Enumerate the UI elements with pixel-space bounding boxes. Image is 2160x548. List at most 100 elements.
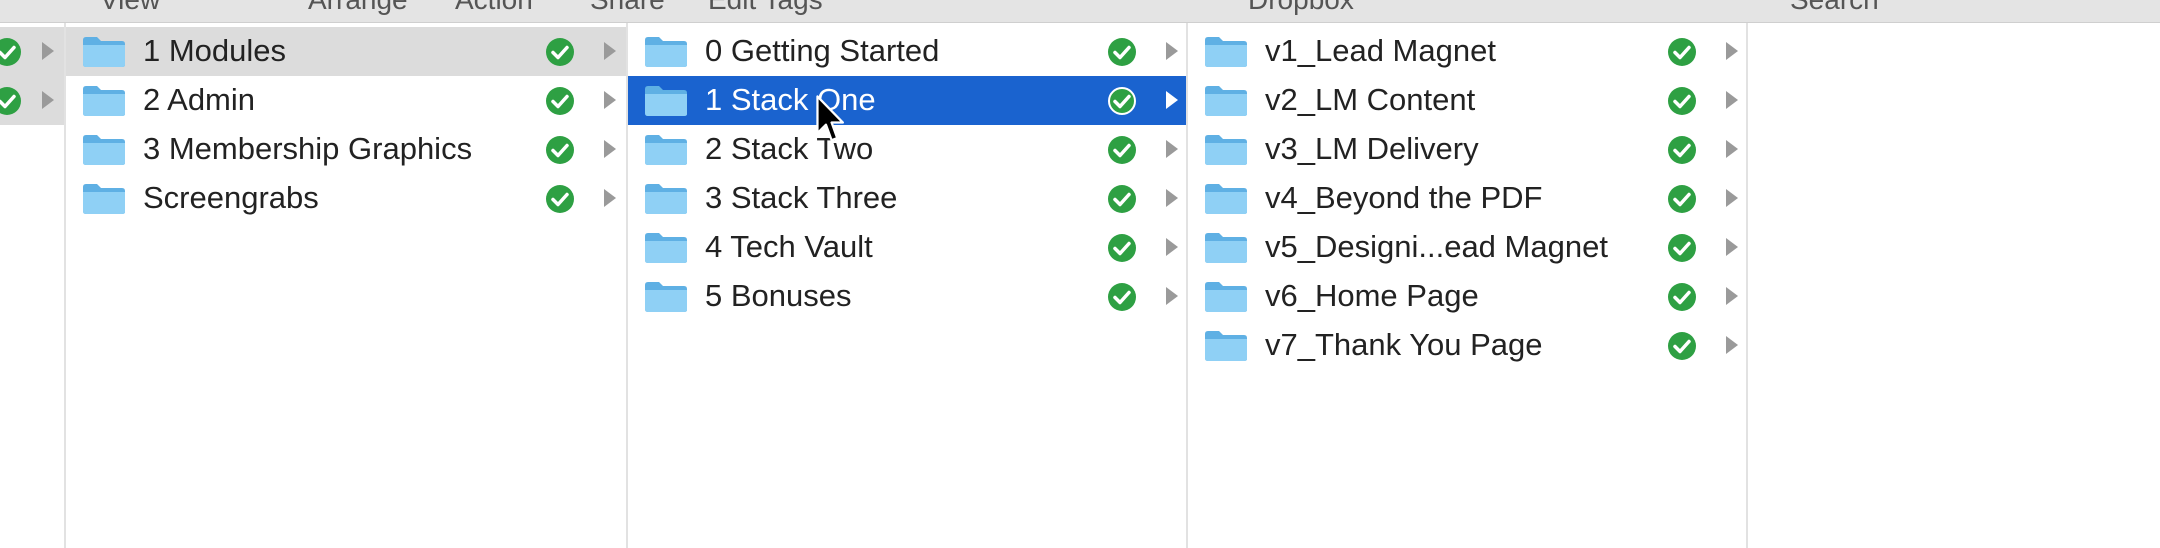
toolbar-dropbox[interactable]: Dropbox [1248,0,1354,16]
mouse-pointer-icon [816,95,845,142]
disclosure-arrow-icon [42,91,54,109]
toolbar-edit-tags[interactable]: Edit Tags [708,0,823,16]
folder-name: 4 Tech Vault [705,229,873,264]
sync-check-icon [546,185,574,213]
sync-check-icon [1668,136,1696,164]
list-item[interactable]: 2 Admin [66,76,626,125]
folder-icon [83,86,125,116]
disclosure-arrow-icon[interactable] [1166,238,1178,256]
sync-check-icon [0,87,21,115]
folder-icon [83,37,125,67]
sync-check-icon [1668,185,1696,213]
column-3[interactable]: v1_Lead Magnet v2_LM Content v3_LM Deliver… [1188,23,1748,548]
sync-check-icon [546,38,574,66]
disclosure-arrow-icon[interactable] [1166,42,1178,60]
folder-icon [1205,86,1247,116]
list-item[interactable]: 3 Stack Three [628,174,1186,223]
disclosure-arrow-icon[interactable] [1726,287,1738,305]
disclosure-arrow-icon[interactable] [604,189,616,207]
column-parent[interactable] [0,23,66,548]
disclosure-arrow-icon[interactable] [1166,140,1178,158]
sync-check-icon [0,38,21,66]
sync-check-icon [546,87,574,115]
folder-name: 3 Membership Graphics [143,131,473,166]
sync-check-icon [1108,87,1136,115]
list-item[interactable]: v4_Beyond the PDF [1188,174,1746,223]
folder-name: v7_Thank You Page [1265,327,1543,362]
column-2[interactable]: 0 Getting Started 1 Stack One 2 Stack Two 3… [628,23,1188,548]
folder-icon [645,37,687,67]
disclosure-arrow-icon[interactable] [1726,91,1738,109]
folder-name: 3 Stack Three [705,180,898,215]
list-item[interactable]: 3 Membership Graphics [66,125,626,174]
disclosure-arrow-icon[interactable] [1166,287,1178,305]
toolbar-action[interactable]: Action [455,0,533,16]
disclosure-arrow-icon[interactable] [604,91,616,109]
sync-check-icon [546,136,574,164]
folder-icon [645,233,687,263]
disclosure-arrow-icon[interactable] [1726,140,1738,158]
folder-name: v6_Home Page [1265,278,1479,313]
list-item[interactable]: v6_Home Page [1188,272,1746,321]
folder-icon [645,184,687,214]
folder-name: v5_Designi...ead Magnet [1265,229,1608,264]
list-item[interactable]: 1 Stack One [628,76,1186,125]
sync-check-icon [1668,234,1696,262]
folder-icon [1205,233,1247,263]
toolbar-search[interactable]: Search [1790,0,1879,16]
sync-check-icon [1108,283,1136,311]
toolbar-view[interactable]: View [100,0,160,16]
disclosure-arrow-icon [42,42,54,60]
disclosure-arrow-icon[interactable] [1726,238,1738,256]
sync-check-icon [1108,234,1136,262]
folder-icon [645,135,687,165]
sync-check-icon [1108,185,1136,213]
list-item[interactable]: 0 Getting Started [628,27,1186,76]
list-item[interactable]: v5_Designi...ead Magnet [1188,223,1746,272]
column-empty[interactable] [1748,23,2160,548]
list-item[interactable] [0,27,64,76]
folder-name: 0 Getting Started [705,33,940,68]
toolbar-share[interactable]: Share [590,0,665,16]
list-item[interactable]: v7_Thank You Page [1188,321,1746,370]
sync-check-icon [1108,38,1136,66]
list-item[interactable]: Screengrabs [66,174,626,223]
finder-toolbar: View Arrange Action Share Edit Tags Drop… [0,0,2160,23]
folder-icon [1205,282,1247,312]
folder-name: Screengrabs [143,180,319,215]
list-item[interactable] [0,76,64,125]
sync-check-icon [1668,332,1696,360]
folder-icon [83,135,125,165]
folder-name: 1 Modules [143,33,287,68]
list-item[interactable]: 4 Tech Vault [628,223,1186,272]
disclosure-arrow-icon[interactable] [604,140,616,158]
toolbar-arrange[interactable]: Arrange [308,0,408,16]
list-item[interactable]: 1 Modules [66,27,626,76]
folder-name: 5 Bonuses [705,278,852,313]
folder-name: v1_Lead Magnet [1265,33,1496,68]
folder-icon [1205,37,1247,67]
folder-icon [645,86,687,116]
folder-icon [645,282,687,312]
list-item[interactable]: 5 Bonuses [628,272,1186,321]
folder-icon [1205,135,1247,165]
list-item[interactable]: v1_Lead Magnet [1188,27,1746,76]
disclosure-arrow-icon[interactable] [1726,336,1738,354]
list-item[interactable]: 2 Stack Two [628,125,1186,174]
column-browser: 1 Modules 2 Admin 3 Membership Graphics Scr… [0,23,2160,548]
disclosure-arrow-icon[interactable] [604,42,616,60]
list-item[interactable]: v3_LM Delivery [1188,125,1746,174]
column-1[interactable]: 1 Modules 2 Admin 3 Membership Graphics Scr… [66,23,628,548]
sync-check-icon [1108,136,1136,164]
folder-name: 2 Admin [143,82,256,117]
disclosure-arrow-icon[interactable] [1166,91,1178,109]
disclosure-arrow-icon[interactable] [1166,189,1178,207]
folder-icon [83,184,125,214]
folder-name: v2_LM Content [1265,82,1476,117]
folder-icon [1205,184,1247,214]
disclosure-arrow-icon[interactable] [1726,189,1738,207]
folder-name: v3_LM Delivery [1265,131,1479,166]
disclosure-arrow-icon[interactable] [1726,42,1738,60]
list-item[interactable]: v2_LM Content [1188,76,1746,125]
sync-check-icon [1668,38,1696,66]
